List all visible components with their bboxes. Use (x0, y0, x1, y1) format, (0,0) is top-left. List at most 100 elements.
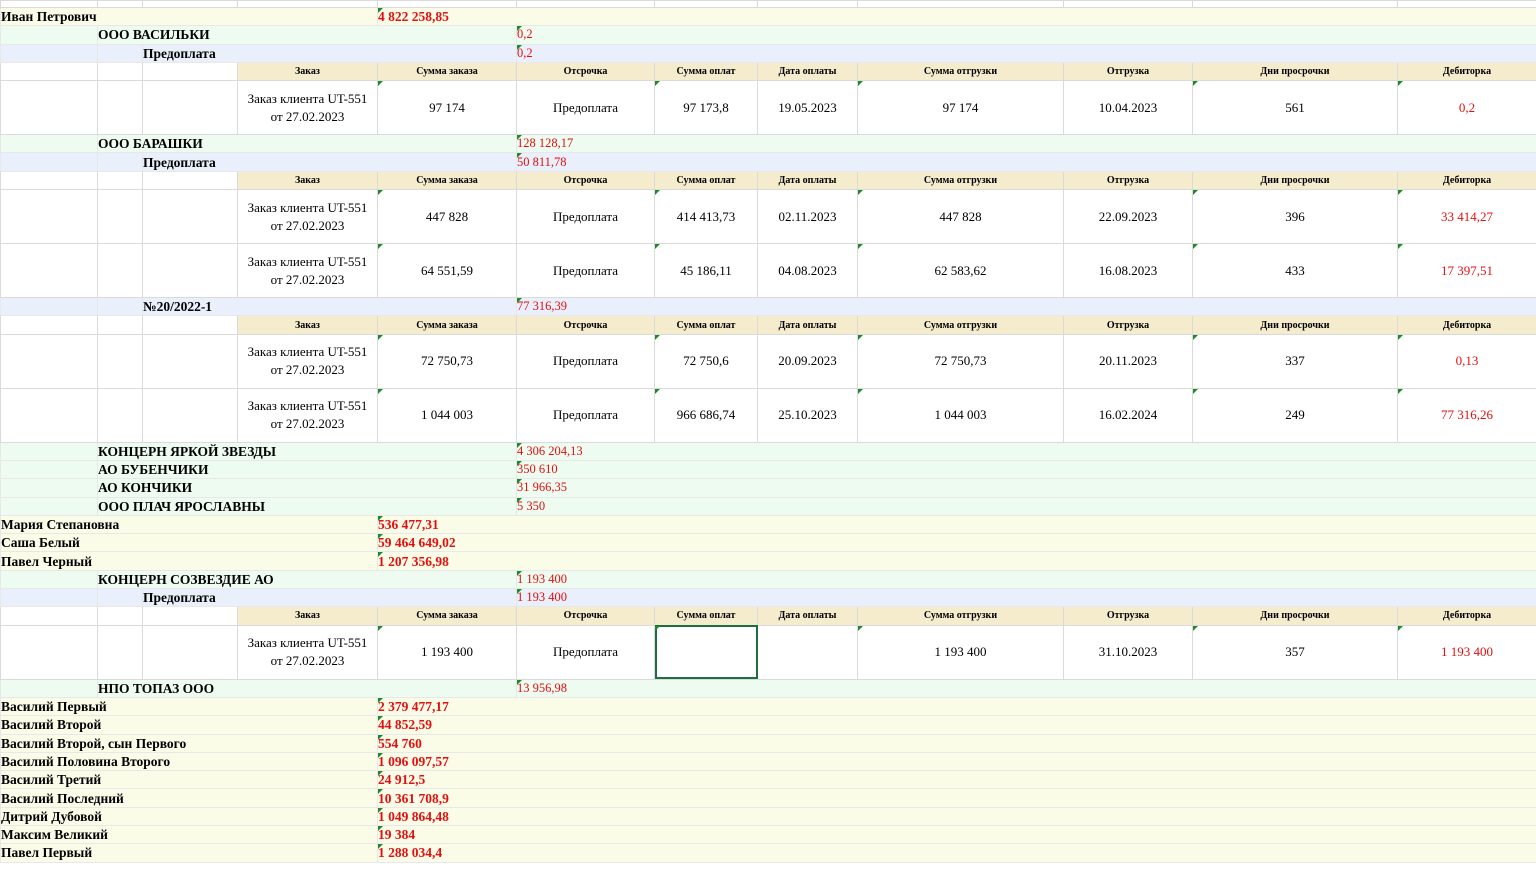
cell-order-sum[interactable]: 72 750,73 (377, 333, 517, 389)
cell-order[interactable]: Заказ клиента UT-551 от 27.02.2023 (237, 243, 378, 299)
cell[interactable] (142, 387, 238, 443)
cell[interactable] (97, 80, 143, 136)
column-header-order-sum[interactable]: Сумма заказа (377, 315, 517, 335)
cell[interactable] (97, 588, 143, 608)
cell[interactable] (0, 243, 98, 299)
contract-name[interactable]: Предоплата (142, 152, 517, 172)
cell[interactable] (0, 624, 98, 680)
cell-order-sum[interactable]: 1 044 003 (377, 387, 517, 443)
cell[interactable] (97, 189, 143, 245)
client-total[interactable]: 5 350 (516, 496, 1536, 516)
manager-name[interactable]: Иван Петрович (0, 6, 378, 27)
cell-receivables[interactable]: 0,2 (1397, 80, 1536, 136)
column-header-shipment-sum[interactable]: Сумма отгрузки (857, 606, 1064, 626)
client-total[interactable]: 0,2 (516, 25, 1536, 45)
cell-receivables[interactable]: 77 316,26 (1397, 387, 1536, 443)
client-total[interactable]: 128 128,17 (516, 134, 1536, 154)
manager-name[interactable]: Максим Великий (0, 825, 378, 845)
manager-name[interactable]: Василий Первый (0, 696, 378, 717)
cell[interactable] (0, 441, 98, 461)
column-header-payment-sum[interactable]: Сумма оплат (654, 315, 758, 335)
cell[interactable] (0, 80, 98, 136)
cell-deferral[interactable]: Предоплата (516, 387, 655, 443)
column-header-payment-date[interactable]: Дата оплаты (757, 315, 858, 335)
client-total[interactable]: 31 966,35 (516, 478, 1536, 498)
cell[interactable] (97, 243, 143, 299)
cell[interactable] (97, 333, 143, 389)
cell-order-sum[interactable]: 447 828 (377, 189, 517, 245)
cell[interactable] (142, 243, 238, 299)
column-header-payment-sum[interactable]: Сумма оплат (654, 606, 758, 626)
manager-name[interactable]: Мария Степановна (0, 514, 378, 535)
cell[interactable] (377, 0, 517, 8)
column-header-payment-sum[interactable]: Сумма оплат (654, 170, 758, 191)
cell[interactable] (857, 0, 1064, 8)
column-header-shipment[interactable]: Отгрузка (1063, 315, 1193, 335)
cell[interactable] (0, 606, 98, 626)
cell[interactable] (0, 170, 98, 191)
cell[interactable] (0, 43, 98, 63)
manager-total[interactable]: 1 049 864,48 (377, 806, 1536, 827)
client-total[interactable]: 4 306 204,13 (516, 441, 1536, 461)
column-header-shipment[interactable]: Отгрузка (1063, 61, 1193, 82)
cell-deferral[interactable]: Предоплата (516, 243, 655, 299)
contract-name[interactable]: №20/2022-1 (142, 297, 517, 317)
column-header-payment-sum[interactable]: Сумма оплат (654, 61, 758, 82)
contract-total[interactable]: 50 811,78 (516, 152, 1536, 172)
client-name[interactable]: КОНЦЕРН СОЗВЕЗДИЕ АО (97, 569, 517, 590)
cell-shipment-sum[interactable]: 97 174 (857, 80, 1064, 136)
manager-total[interactable]: 1 207 356,98 (377, 551, 1536, 571)
cell[interactable] (142, 189, 238, 245)
client-total[interactable]: 13 956,98 (516, 678, 1536, 698)
cell[interactable] (97, 624, 143, 680)
column-header-overdue-days[interactable]: Дни просрочки (1192, 606, 1398, 626)
manager-name[interactable]: Василий Второй (0, 715, 378, 735)
column-header-deferral[interactable]: Отсрочка (516, 606, 655, 626)
cell-order-sum[interactable]: 64 551,59 (377, 243, 517, 299)
manager-name[interactable]: Саша Белый (0, 533, 378, 553)
cell[interactable] (142, 624, 238, 680)
cell[interactable] (237, 0, 378, 8)
cell-shipment[interactable]: 16.02.2024 (1063, 387, 1193, 443)
cell[interactable] (1192, 0, 1398, 8)
cell-order[interactable]: Заказ клиента UT-551 от 27.02.2023 (237, 624, 378, 680)
cell[interactable] (0, 134, 98, 154)
contract-name[interactable]: Предоплата (142, 588, 517, 608)
cell-shipment[interactable]: 16.08.2023 (1063, 243, 1193, 299)
cell-receivables[interactable]: 1 193 400 (1397, 624, 1536, 680)
cell[interactable] (142, 606, 238, 626)
manager-name[interactable]: Павел Черный (0, 551, 378, 571)
cell[interactable] (142, 0, 238, 8)
cell-shipment[interactable]: 20.11.2023 (1063, 333, 1193, 389)
cell-deferral[interactable]: Предоплата (516, 333, 655, 389)
cell[interactable] (97, 315, 143, 335)
manager-name[interactable]: Павел Первый (0, 843, 378, 863)
client-name[interactable]: ООО ПЛАЧ ЯРОСЛАВНЫ (97, 496, 517, 516)
manager-name[interactable]: Василий Последний (0, 788, 378, 808)
cell[interactable] (516, 0, 655, 8)
cell-overdue-days[interactable]: 396 (1192, 189, 1398, 245)
cell-overdue-days[interactable]: 249 (1192, 387, 1398, 443)
column-header-receivables[interactable]: Дебиторка (1397, 606, 1536, 626)
cell-order-sum[interactable]: 1 193 400 (377, 624, 517, 680)
cell[interactable] (0, 459, 98, 480)
column-header-payment-date[interactable]: Дата оплаты (757, 61, 858, 82)
cell-receivables[interactable]: 17 397,51 (1397, 243, 1536, 299)
column-header-receivables[interactable]: Дебиторка (1397, 170, 1536, 191)
cell[interactable] (0, 478, 98, 498)
column-header-shipment[interactable]: Отгрузка (1063, 170, 1193, 191)
cell[interactable] (654, 0, 758, 8)
column-header-order[interactable]: Заказ (237, 170, 378, 191)
cell-overdue-days[interactable]: 357 (1192, 624, 1398, 680)
manager-total[interactable]: 19 384 (377, 825, 1536, 845)
cell-payment-date[interactable]: 19.05.2023 (757, 80, 858, 136)
column-header-order-sum[interactable]: Сумма заказа (377, 170, 517, 191)
cell[interactable] (1397, 0, 1536, 8)
column-header-overdue-days[interactable]: Дни просрочки (1192, 315, 1398, 335)
manager-total[interactable]: 2 379 477,17 (377, 696, 1536, 717)
client-name[interactable]: ООО БАРАШКИ (97, 134, 517, 154)
cell[interactable] (0, 569, 98, 590)
cell-order[interactable]: Заказ клиента UT-551 от 27.02.2023 (237, 387, 378, 443)
cell-deferral[interactable]: Предоплата (516, 624, 655, 680)
manager-total[interactable]: 1 288 034,4 (377, 843, 1536, 863)
